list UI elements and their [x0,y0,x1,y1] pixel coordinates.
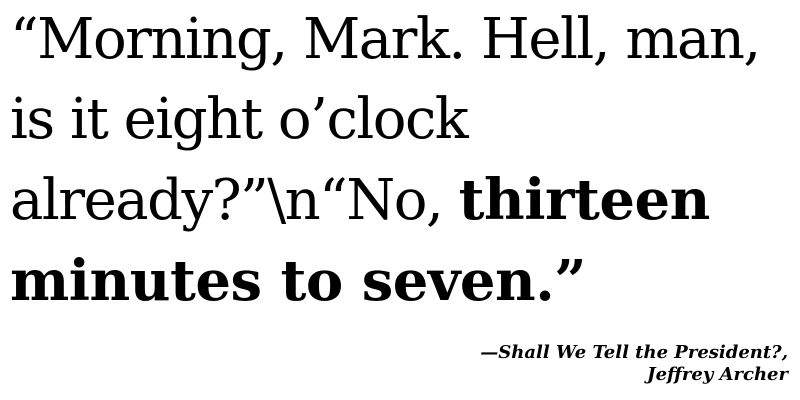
attribution-book-title: —Shall We Tell the President?, [480,342,788,363]
attribution: —Shall We Tell the President?, Jeffrey A… [480,342,788,386]
attribution-author: Jeffrey Archer [647,364,788,385]
quote-text: “Morning, Mark. Hell, man, is it eight o… [10,0,795,322]
